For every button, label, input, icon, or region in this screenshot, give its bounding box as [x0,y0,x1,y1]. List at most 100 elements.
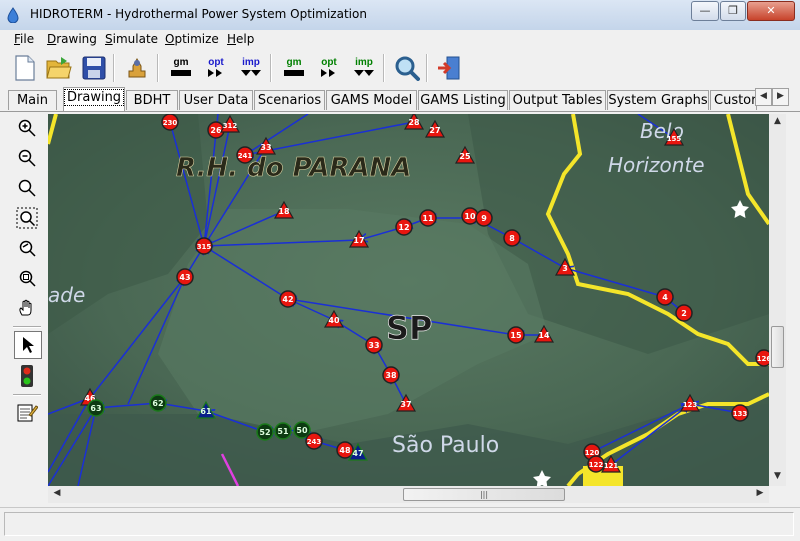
gams-model-green-button[interactable]: gm [279,53,309,83]
plant-node[interactable]: 33 [365,336,383,354]
menu-optimize[interactable]: Optimize [165,32,219,46]
tab-system-graphs[interactable]: System Graphs [607,90,709,110]
zoom-button[interactable] [14,175,40,201]
scroll-left-arrow[interactable]: ◀ [51,488,63,498]
plant-node[interactable]: 241 [236,146,254,164]
tab-scroll-right[interactable]: ▶ [772,88,789,106]
plant-node[interactable]: 12 [395,218,413,236]
gams-model-button[interactable]: gm [166,53,196,83]
restore-button[interactable]: ❐ [720,1,746,21]
menu-help[interactable]: Help [227,32,254,46]
plant-node-label: 8 [509,234,515,243]
horizontal-scroll-thumb[interactable]: ||| [403,488,565,501]
vertical-scroll-thumb[interactable] [771,326,784,368]
region-label-sp: SP [386,309,433,347]
plant-node[interactable]: 315 [195,237,213,255]
open-folder-button[interactable] [44,53,74,83]
pan-hand-icon [19,299,32,316]
tab-custom[interactable]: Custor [710,90,757,110]
plant-node[interactable]: 43 [176,268,194,286]
plant-node[interactable]: 11 [419,209,437,227]
tab-output-tables[interactable]: Output Tables [509,90,606,110]
tab-bdht[interactable]: BDHT [126,90,178,110]
menu-drawing[interactable]: Drawing [47,32,97,46]
plant-node[interactable]: 133 [731,404,749,422]
plant-node-label: 11 [422,214,434,223]
plant-node-label: 243 [307,438,322,446]
gams-model-green-label: gm [286,57,302,68]
zoom-window-icon [16,207,38,229]
tab-scenarios[interactable]: Scenarios [254,90,325,110]
pan-hand-button[interactable] [14,295,40,321]
plant-node-label: 3 [562,264,568,273]
drawing-canvas[interactable]: R.H. do PARANA SP Belo Horizonte São Pau… [48,114,769,486]
plant-node[interactable]: 63 [87,399,105,417]
plant-node-label: 50 [296,426,308,435]
plant-node[interactable]: 42 [279,290,297,308]
menu-label-rest: ptimize [174,32,219,46]
plant-node[interactable]: 122 [587,455,605,473]
vertical-scrollbar[interactable]: ▲ ▼ [769,114,786,486]
tab-user-data[interactable]: User Data [179,90,253,110]
plant-node[interactable]: 126 [755,349,769,367]
save-button[interactable] [79,53,109,83]
search-button[interactable] [392,53,422,83]
zoom-extents-button[interactable] [14,265,40,291]
tab-gams-model[interactable]: GAMS Model [326,90,417,110]
zoom-window-button[interactable] [14,205,40,231]
menu-file[interactable]: File [14,32,34,46]
plant-node[interactable]: 4 [656,288,674,306]
plant-node[interactable]: 15 [507,326,525,344]
plant-node-label: 33 [260,143,271,152]
plant-node[interactable]: 9 [475,209,493,227]
scroll-right-arrow[interactable]: ▶ [754,488,766,498]
zoom-previous-button[interactable] [14,235,40,261]
plant-node[interactable]: 2 [675,304,693,322]
plant-node[interactable]: 48 [336,441,354,459]
menu-mnemonic: S [105,32,113,46]
optimize-run-button[interactable]: opt [201,53,231,83]
properties-edit-button[interactable] [14,399,40,425]
plant-node[interactable]: 8 [503,229,521,247]
plant-node[interactable]: 230 [161,114,179,131]
select-pointer-icon [23,337,34,353]
plant-node[interactable]: 52 [256,423,274,441]
scroll-down-arrow[interactable]: ▼ [769,471,786,481]
import-button[interactable]: imp [236,53,266,83]
toolbar-separator [426,54,428,82]
scroll-up-arrow[interactable]: ▲ [769,116,786,126]
plant-node[interactable]: 38 [382,366,400,384]
toolbar-separator [113,54,115,82]
tab-drawing[interactable]: Drawing [63,87,125,111]
plant-node-label: 38 [385,371,397,380]
exit-button[interactable] [434,53,464,83]
traffic-light-icon [21,365,33,387]
new-file-button[interactable] [10,53,40,83]
zoom-out-button[interactable] [14,145,40,171]
plant-node-label: 17 [353,236,364,245]
horizontal-scrollbar[interactable]: ◀ ||| ▶ [48,486,769,503]
plant-node[interactable]: 243 [305,432,323,450]
import-green-label: imp [355,57,373,68]
plant-node[interactable]: 62 [149,394,167,412]
tab-gams-listing[interactable]: GAMS Listing [418,90,508,110]
tab-drawing-label: Drawing [64,89,125,106]
select-pointer-button[interactable] [14,331,42,359]
plant-node[interactable]: 51 [274,422,292,440]
zoom-in-button[interactable] [14,115,40,141]
optimize-run-green-button[interactable]: opt [314,53,344,83]
plant-node-label: 133 [733,410,748,418]
import-green-button[interactable]: imp [349,53,379,83]
tab-scroll-left[interactable]: ◀ [755,88,772,106]
plant-node-label: 18 [278,207,290,216]
plant-node-label: 123 [683,401,698,409]
toolbar-separator [270,54,272,82]
close-button[interactable]: ✕ [747,1,795,21]
tab-main[interactable]: Main [8,90,57,110]
hydro-map[interactable]: R.H. do PARANA SP Belo Horizonte São Pau… [48,114,769,486]
minimize-button[interactable]: — [691,1,719,21]
menu-label-rest: rawing [56,32,97,46]
plugin-tool-button[interactable] [122,53,152,83]
traffic-light-button[interactable] [14,363,40,389]
menu-simulate[interactable]: Simulate [105,32,158,46]
